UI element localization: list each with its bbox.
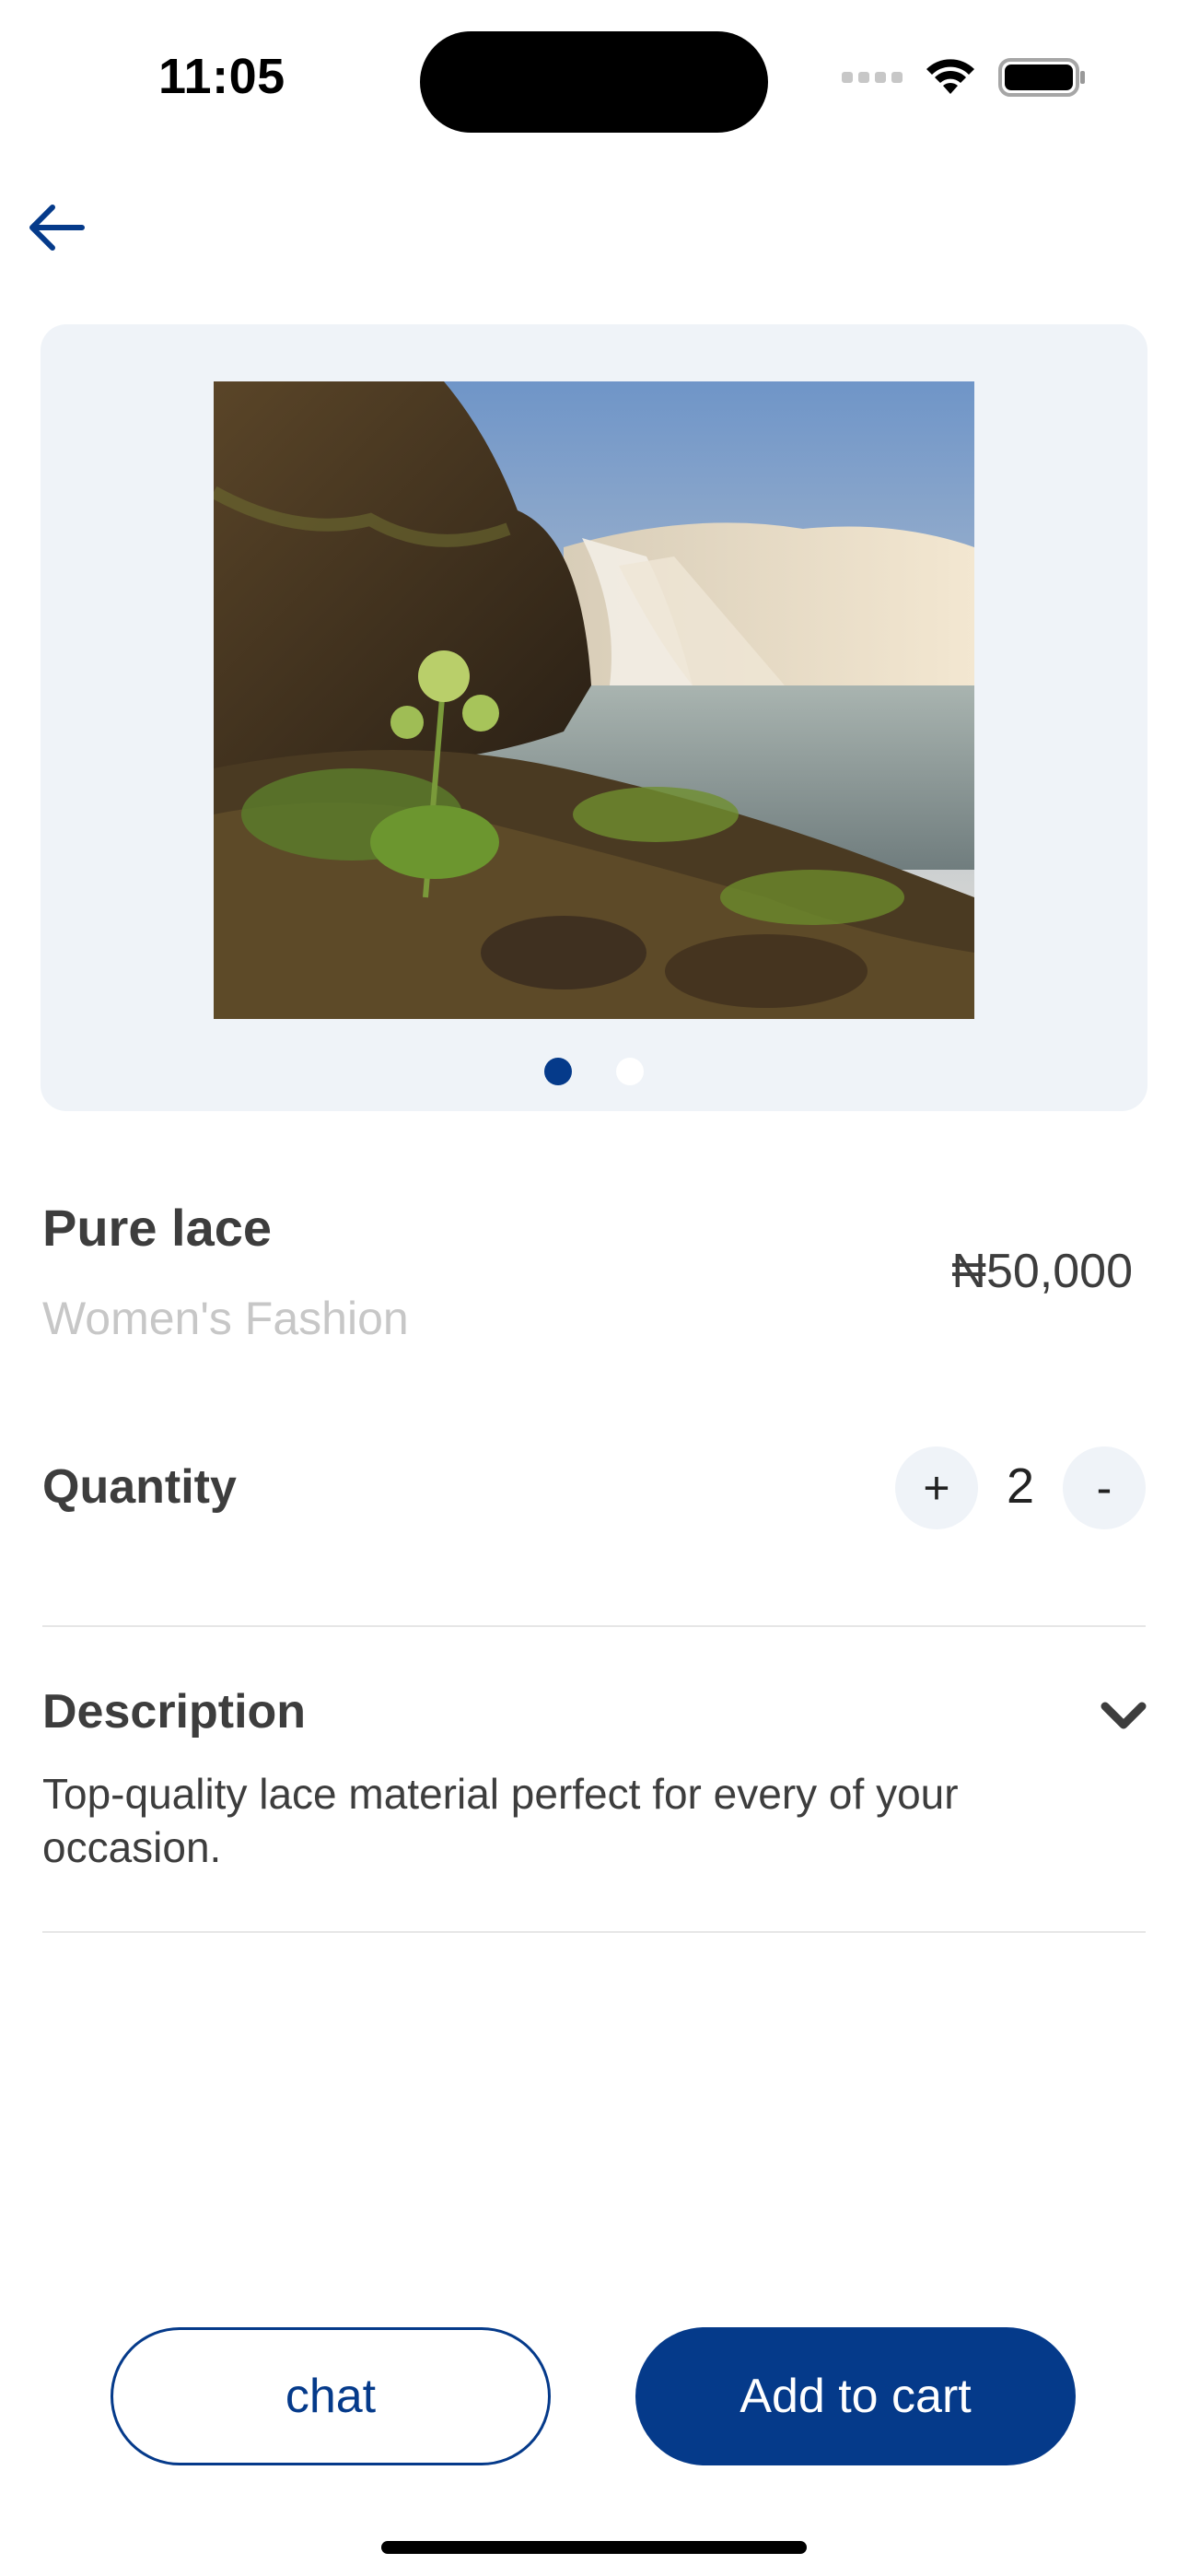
back-button[interactable]: [22, 193, 90, 262]
dynamic-island: [420, 31, 768, 133]
description-label: Description: [42, 1685, 307, 1739]
divider: [42, 1931, 1146, 1933]
carousel-pagination: [41, 1058, 1147, 1085]
description-text: Top-quality lace material perfect for ev…: [42, 1770, 959, 1871]
quantity-value: 2: [1006, 1458, 1035, 1514]
quantity-label: Quantity: [42, 1460, 237, 1514]
home-indicator: [381, 2541, 807, 2554]
description-toggle[interactable]: [1096, 1688, 1151, 1743]
status-icons: [842, 57, 1087, 98]
product-detail-screen: 11:05 Pure lace Women's Fashion ₦50,000 …: [0, 0, 1188, 2576]
add-to-cart-button[interactable]: Add to cart: [635, 2327, 1076, 2465]
arrow-left-icon: [29, 205, 85, 251]
divider: [42, 1625, 1146, 1627]
product-category: Women's Fashion: [42, 1293, 409, 1344]
battery-icon: [998, 57, 1087, 98]
product-price: ₦50,000: [951, 1245, 1133, 1298]
carousel-dot-2[interactable]: [616, 1058, 644, 1085]
product-image: [214, 381, 974, 1019]
chevron-down-icon: [1101, 1702, 1147, 1729]
quantity-increment-button[interactable]: +: [895, 1446, 978, 1529]
quantity-decrement-button[interactable]: -: [1063, 1446, 1146, 1529]
cellular-signal-icon: [842, 72, 903, 83]
wifi-icon: [923, 57, 978, 98]
product-name: Pure lace: [42, 1199, 273, 1257]
carousel-dot-1[interactable]: [544, 1058, 572, 1085]
product-image-carousel[interactable]: [41, 324, 1147, 1111]
status-time: 11:05: [158, 49, 285, 104]
chat-button[interactable]: chat: [111, 2327, 551, 2465]
